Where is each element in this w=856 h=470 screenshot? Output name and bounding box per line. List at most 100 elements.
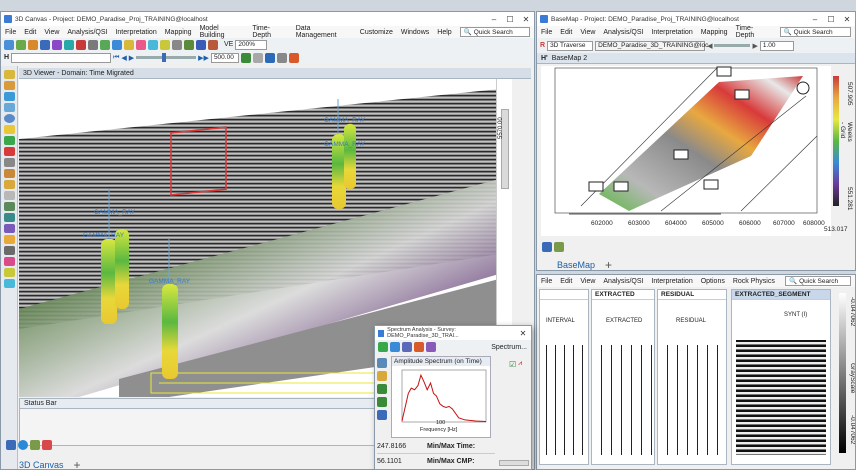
menu-interpretation[interactable]: Interpretation <box>115 29 156 36</box>
menu-rock-physics[interactable]: Rock Physics <box>733 278 775 285</box>
quick-search-input[interactable]: 🔍 Quick Search <box>459 27 531 37</box>
menu-interpretation[interactable]: Interpretation <box>651 29 692 36</box>
spectrum-chart[interactable]: Amplitude Spectrum (on Time) 100 Frequen… <box>391 356 491 438</box>
menu-interpretation[interactable]: Interpretation <box>651 278 692 285</box>
menu-mapping[interactable]: Mapping <box>165 29 192 36</box>
pane-interval[interactable]: INTERVAL <box>539 289 589 465</box>
well-marker-1[interactable] <box>588 181 604 192</box>
snap-tool-icon[interactable] <box>184 39 194 50</box>
zoom-out-icon[interactable] <box>377 397 387 407</box>
menu-analysis[interactable]: Analysis/QSI <box>603 29 643 36</box>
menu-file[interactable]: File <box>5 29 16 36</box>
ruler-icon[interactable] <box>3 268 15 277</box>
check-icon[interactable] <box>378 342 388 352</box>
next-icon[interactable]: ▶ <box>752 42 757 50</box>
well-5[interactable] <box>344 124 356 189</box>
menu-time-depth[interactable]: Time-Depth <box>736 25 772 39</box>
well-marker-3[interactable] <box>673 149 689 160</box>
pointer-icon[interactable] <box>377 358 387 368</box>
well-marker-5[interactable] <box>716 66 732 77</box>
tab-3d-canvas[interactable]: 3D Canvas <box>15 460 68 469</box>
menu-analysis[interactable]: Analysis/QSI <box>67 29 107 36</box>
north-arrow-icon[interactable] <box>796 81 810 95</box>
color-icon[interactable] <box>414 342 424 352</box>
checkbox-icon[interactable]: ☑ <box>509 360 516 369</box>
well-marker-2[interactable] <box>613 181 629 192</box>
eye-icon[interactable] <box>3 279 15 288</box>
next-icon[interactable]: ▶▶ <box>198 54 209 62</box>
map-icon[interactable] <box>554 241 564 252</box>
map-icon[interactable] <box>30 439 40 450</box>
close-button[interactable]: ✕ <box>839 15 855 24</box>
menu-model-building[interactable]: Model Building <box>200 25 245 39</box>
spectrum-hscroll[interactable] <box>499 460 529 466</box>
menu-file[interactable]: File <box>541 278 552 285</box>
menu-analysis[interactable]: Analysis/QSI <box>603 278 643 285</box>
prev-icon[interactable]: ◀ <box>121 54 126 62</box>
well-marker-6[interactable] <box>734 89 750 100</box>
section-tool-icon[interactable] <box>88 39 98 50</box>
menu-options[interactable]: Options <box>701 278 725 285</box>
folder-icon[interactable] <box>3 81 15 90</box>
menu-customize[interactable]: Customize <box>360 29 393 36</box>
well-marker-4[interactable] <box>703 179 719 190</box>
chart-icon[interactable] <box>402 342 412 352</box>
export-icon[interactable] <box>426 342 436 352</box>
grid-icon[interactable] <box>252 52 263 63</box>
avo-icon[interactable] <box>276 52 287 63</box>
pan-tool-icon[interactable] <box>16 39 26 50</box>
traverse-select[interactable]: 3D Traverse <box>547 40 594 51</box>
close-button[interactable]: ✕ <box>518 15 534 24</box>
add-tab-icon[interactable]: + <box>605 258 612 270</box>
zoom-in-icon[interactable] <box>377 384 387 394</box>
attr-tool-icon[interactable] <box>124 39 134 50</box>
circle-icon[interactable] <box>3 114 15 123</box>
rx-icon[interactable]: R <box>540 42 545 49</box>
basemap-quick-search[interactable]: 🔍 Quick Search <box>779 27 851 37</box>
menu-edit[interactable]: Edit <box>24 29 36 36</box>
add-tab-icon[interactable]: + <box>74 458 81 469</box>
layer-tool-icon[interactable] <box>112 39 122 50</box>
menu-mapping[interactable]: Mapping <box>701 29 728 36</box>
maximize-button[interactable]: ☐ <box>823 15 839 24</box>
palette-icon[interactable] <box>42 439 52 450</box>
menu-data-management[interactable]: Data Management <box>296 25 352 39</box>
menu-file[interactable]: File <box>541 29 552 36</box>
maximize-button[interactable]: ☐ <box>502 15 518 24</box>
grid-view-icon[interactable] <box>542 241 552 252</box>
cube-view-icon[interactable] <box>264 52 275 63</box>
edit-icon[interactable] <box>3 169 15 178</box>
fault-tool-icon[interactable] <box>76 39 86 50</box>
cube-tool-icon[interactable] <box>196 39 206 50</box>
layers-icon[interactable] <box>3 92 15 101</box>
home-icon[interactable] <box>3 70 15 79</box>
well-2[interactable] <box>115 229 129 309</box>
rotate-tool-icon[interactable] <box>40 39 50 50</box>
probe-tool-icon[interactable] <box>208 39 218 50</box>
series-toggle[interactable]: ☑ ⩘ <box>509 360 522 369</box>
first-frame-icon[interactable]: ⏮ <box>113 54 119 62</box>
compass-icon[interactable] <box>18 439 28 450</box>
time-input[interactable]: 500.00 <box>210 52 239 63</box>
pen-icon[interactable] <box>3 191 15 200</box>
menu-edit[interactable]: Edit <box>560 278 572 285</box>
tab-basemap[interactable]: BaseMap <box>553 260 599 270</box>
project-field[interactable]: DEMO_Paradise_3D_TRAINING@loc <box>595 40 708 51</box>
play-icon[interactable]: ▶ <box>129 54 134 62</box>
minimize-button[interactable]: – <box>807 15 823 24</box>
pencil-icon[interactable] <box>3 235 15 244</box>
zoom-value[interactable]: 1.00 <box>759 40 794 51</box>
map-tool-icon[interactable] <box>100 39 110 50</box>
basemap-plot[interactable]: 602000 603000 604000 605000 606000 60700… <box>537 66 831 236</box>
reset-icon[interactable] <box>377 410 387 420</box>
hand-icon[interactable] <box>377 371 387 381</box>
basemap-svg[interactable] <box>541 66 831 236</box>
target-icon[interactable] <box>3 224 15 233</box>
refresh-icon[interactable] <box>390 342 400 352</box>
prev-icon[interactable]: ◀ <box>707 42 712 50</box>
horizon-tool-icon[interactable] <box>64 39 74 50</box>
pane-extracted-segment[interactable]: EXTRACTED_SEGMENT SYNT (I) <box>731 289 831 465</box>
menu-time-depth[interactable]: Time-Depth <box>252 25 287 39</box>
zoom-slider[interactable] <box>714 44 751 47</box>
menu-windows[interactable]: Windows <box>401 29 429 36</box>
